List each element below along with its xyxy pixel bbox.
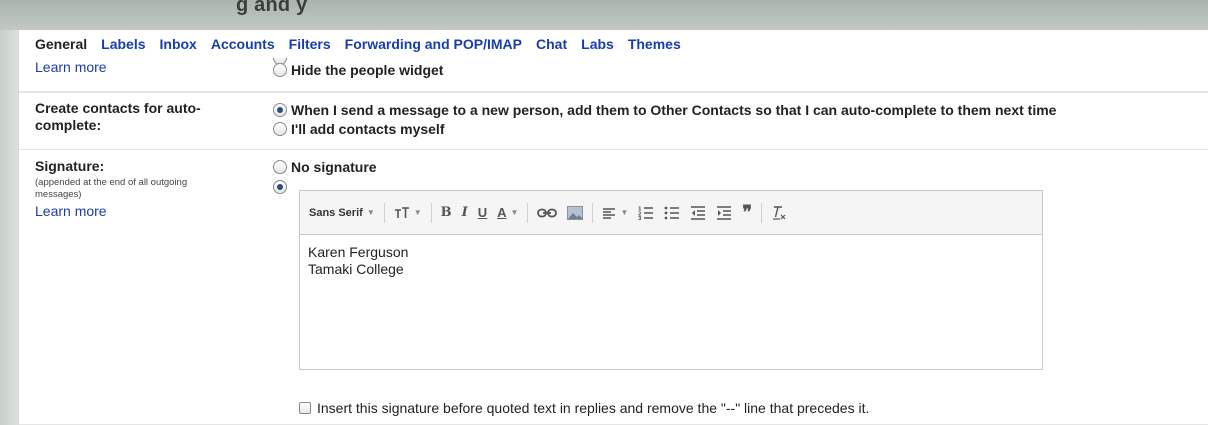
chevron-down-icon: ▼ [510,208,519,217]
auto-complete-label: Create contacts for auto-complete: [35,100,201,133]
italic-icon: I [461,205,468,220]
signature-note: (appended at the end of all outgoing mes… [35,177,188,200]
align-icon [603,207,616,219]
manual-contacts-radio[interactable] [273,122,287,136]
hide-people-widget-option[interactable]: Hide the people widget [273,62,443,78]
auto-complete-radio[interactable] [273,103,287,117]
underline-button[interactable]: U [473,202,492,224]
manual-contacts-option[interactable]: I'll add contacts myself [273,121,445,137]
left-rail [0,30,18,425]
indent-more-button[interactable] [711,202,737,224]
signature-editor: Sans Serif ▼ ▼ B I U A ▼ ▼ 1 2 3 ❞ Karen… [299,190,1043,370]
signature-label: Signature: [35,158,105,174]
font-family-select[interactable]: Sans Serif ▼ [309,202,380,224]
bold-icon: B [440,205,452,220]
toolbar-divider [430,202,432,223]
no-signature-option[interactable]: No signature [273,159,377,175]
image-button[interactable] [562,202,588,224]
quote-icon: ❞ [742,202,753,223]
remove-formatting-icon [773,205,786,220]
signature-line-name: Karen Ferguson [308,244,409,260]
insert-before-quoted-checkbox[interactable] [299,402,311,414]
custom-signature-option[interactable] [273,180,291,194]
signature-row: Signature: (appended at the end of all o… [19,150,1208,425]
text-color-button[interactable]: A ▼ [492,202,523,224]
chevron-down-icon: ▼ [620,208,629,217]
link-button[interactable] [532,202,562,224]
tab-labels[interactable]: Labels [101,36,145,52]
indent-more-icon [717,205,732,220]
signature-text-area[interactable]: Karen Ferguson Tamaki College [300,235,1042,287]
tab-forwarding[interactable]: Forwarding and POP/IMAP [345,36,522,52]
people-widget-row: Learn more Hide the people widget [19,58,1208,92]
bulleted-list-icon [664,206,680,219]
underline-icon: U [477,205,488,220]
auto-complete-row: Create contacts for auto-complete: When … [19,92,1208,150]
toolbar-divider [592,202,594,223]
settings-tabs: General Labels Inbox Accounts Filters Fo… [19,30,1208,58]
bold-button[interactable]: B [436,202,457,224]
hide-people-widget-radio[interactable] [273,63,287,77]
insert-before-quoted-label: Insert this signature before quoted text… [317,400,870,416]
tab-themes[interactable]: Themes [628,36,681,52]
indent-less-icon [691,205,706,220]
svg-text:3: 3 [638,216,642,220]
tab-labs[interactable]: Labs [581,36,614,52]
chevron-down-icon: ▼ [413,208,422,217]
insert-before-quoted-option[interactable]: Insert this signature before quoted text… [299,400,869,416]
manual-contacts-option-label: I'll add contacts myself [291,121,445,137]
text-size-button[interactable]: ▼ [389,202,427,224]
signature-learn-more-link[interactable]: Learn more [35,203,255,220]
text-color-icon: A [497,205,507,220]
tab-chat[interactable]: Chat [536,36,567,52]
settings-panel: General Labels Inbox Accounts Filters Fo… [18,30,1208,425]
tab-general[interactable]: General [35,36,87,52]
tab-filters[interactable]: Filters [289,36,331,52]
align-button[interactable]: ▼ [597,202,633,224]
remove-formatting-button[interactable] [766,202,792,224]
custom-signature-radio[interactable] [273,180,287,194]
toolbar-divider [527,202,529,223]
window-top-strip: g and y [0,0,1208,30]
italic-button[interactable]: I [457,202,473,224]
font-family-label: Sans Serif [309,206,363,219]
auto-complete-option[interactable]: When I send a message to a new person, a… [273,102,1056,118]
no-signature-label: No signature [291,159,377,175]
bulleted-list-button[interactable] [659,202,685,224]
signature-toolbar: Sans Serif ▼ ▼ B I U A ▼ ▼ 1 2 3 ❞ [300,191,1042,235]
tab-inbox[interactable]: Inbox [160,36,197,52]
numbered-list-button[interactable]: 123 [633,202,659,224]
chevron-down-icon: ▼ [366,208,375,217]
auto-complete-option-label: When I send a message to a new person, a… [291,102,1057,118]
partial-page-title: g and y [236,0,308,16]
people-widget-learn-more-link[interactable]: Learn more [35,59,255,76]
text-size-icon [394,206,409,218]
hide-people-widget-label: Hide the people widget [291,62,444,78]
tab-accounts[interactable]: Accounts [211,36,275,52]
link-icon [537,208,558,217]
no-signature-radio[interactable] [273,160,287,174]
image-icon [567,205,584,220]
indent-less-button[interactable] [685,202,711,224]
quote-button[interactable]: ❞ [737,202,757,224]
toolbar-divider [761,202,763,223]
toolbar-divider [383,202,385,223]
signature-line-org: Tamaki College [308,261,404,277]
numbered-list-icon: 123 [638,206,654,220]
